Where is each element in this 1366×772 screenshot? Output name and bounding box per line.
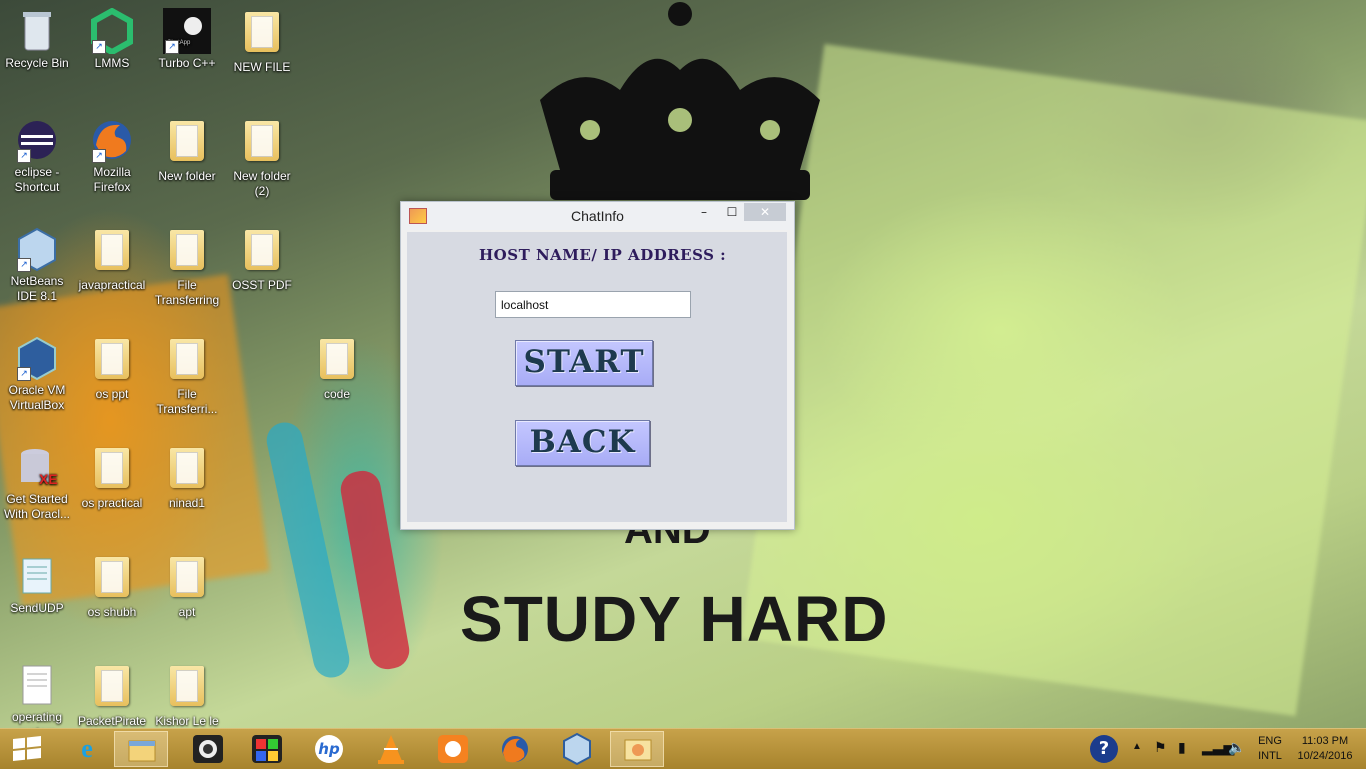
folder-icon xyxy=(90,666,134,712)
svg-text:XE: XE xyxy=(39,471,58,487)
folder-icon xyxy=(240,230,284,276)
internet-explorer-icon: e xyxy=(81,734,93,763)
media-player-icon xyxy=(193,735,223,763)
desktop-icon-eclipse[interactable]: ↗ eclipse - Shortcut xyxy=(0,117,74,195)
taskbar-uc-browser[interactable] xyxy=(424,731,482,767)
desktop-icon-os-practical[interactable]: os practical xyxy=(75,444,149,511)
wallpaper-pen xyxy=(263,419,353,681)
desktop-icon-ninad1[interactable]: ninad1 xyxy=(150,444,224,511)
taskbar-paint[interactable] xyxy=(238,731,296,767)
help-button[interactable]: ? xyxy=(1086,731,1124,767)
taskbar: e hp ? ▲ ⚑ ▮ ▂▃▅ 🔈 ENG INTL 11:03 PM 10/… xyxy=(0,728,1366,769)
volume-icon[interactable]: 🔈 xyxy=(1228,739,1245,756)
host-input[interactable] xyxy=(495,291,691,318)
folder-icon xyxy=(90,557,134,603)
folder-icon xyxy=(165,121,209,167)
poster-study-hard-text: STUDY HARD xyxy=(460,583,889,655)
taskbar-firefox[interactable] xyxy=(486,731,544,767)
desktop-icon-osst-pdf[interactable]: OSST PDF xyxy=(225,226,299,293)
chatinfo-window: ChatInfo – ☐ ✕ HOST NAME/ IP ADDRESS : S… xyxy=(400,201,795,530)
folder-icon xyxy=(90,230,134,276)
desktop-icon-netbeans[interactable]: ↗ NetBeans IDE 8.1 xyxy=(0,226,74,304)
minimize-button[interactable]: – xyxy=(691,203,717,221)
input-language-indicator[interactable]: ENG INTL xyxy=(1250,734,1290,764)
crown-icon xyxy=(540,2,820,200)
action-center-flag-icon[interactable]: ⚑ xyxy=(1154,739,1167,756)
folder-icon xyxy=(165,666,209,712)
recycle-bin-icon xyxy=(15,8,59,54)
netbeans-icon: ↗ xyxy=(15,226,59,272)
desktop-icon-new-folder-2[interactable]: New folder (2) xyxy=(225,117,299,199)
folder-icon xyxy=(165,448,209,494)
keyboard-layout: INTL xyxy=(1258,750,1282,762)
oracle-xe-icon: XE xyxy=(15,444,59,490)
desktop-icon-turbo-cpp[interactable]: ChatApp↗ Turbo C++ xyxy=(150,8,224,71)
desktop-icon-os-shubh[interactable]: os shubh xyxy=(75,553,149,620)
desktop-icon-packetpirate[interactable]: PacketPirate xyxy=(75,662,149,728)
turbo-cpp-icon: ChatApp↗ xyxy=(163,8,211,54)
taskbar-virtualbox[interactable] xyxy=(548,731,606,767)
taskbar-internet-explorer[interactable]: e xyxy=(58,731,116,767)
desktop-icon-recycle-bin[interactable]: Recycle Bin xyxy=(0,8,74,71)
notepad-icon xyxy=(15,553,59,599)
folder-icon xyxy=(165,230,209,276)
desktop-icon-virtualbox[interactable]: ↗ Oracle VM VirtualBox xyxy=(0,335,74,413)
desktop-icon-javapractical[interactable]: javapractical xyxy=(75,226,149,293)
taskbar-hp[interactable]: hp xyxy=(300,731,358,767)
desktop-icon-apt[interactable]: apt xyxy=(150,553,224,620)
back-button[interactable]: BACK xyxy=(515,420,650,466)
close-button[interactable]: ✕ xyxy=(744,203,786,221)
folder-icon xyxy=(165,339,209,385)
hp-icon: hp xyxy=(315,735,343,763)
eclipse-icon: ↗ xyxy=(15,117,59,163)
help-icon: ? xyxy=(1090,735,1118,763)
desktop-icon-operating-system[interactable]: operating system xyxy=(0,662,74,728)
start-icon xyxy=(13,736,41,761)
desktop-icon-code[interactable]: code xyxy=(300,335,374,402)
desktop-icon-file-transferri[interactable]: File Transferri... xyxy=(150,335,224,417)
folder-icon xyxy=(240,12,284,58)
folder-icon xyxy=(240,121,284,167)
taskbar-java-app[interactable] xyxy=(610,731,664,767)
desktop-icon-sendudp[interactable]: SendUDP xyxy=(0,553,74,616)
paint-icon xyxy=(252,735,282,763)
desktop-icon-kishor-le-le[interactable]: Kishor Le le xyxy=(150,662,224,728)
desktop-icon-file-transferring[interactable]: File Transferring xyxy=(150,226,224,308)
taskbar-media-player[interactable] xyxy=(180,731,238,767)
firefox-icon: ↗ xyxy=(90,117,134,163)
file-explorer-icon xyxy=(128,740,156,762)
clock-date: 10/24/2016 xyxy=(1297,750,1353,762)
show-hidden-icons-button[interactable]: ▲ xyxy=(1132,741,1142,752)
virtualbox-icon xyxy=(563,732,591,766)
desktop-icon-os-ppt[interactable]: os ppt xyxy=(75,335,149,402)
virtualbox-icon: ↗ xyxy=(15,335,59,381)
maximize-button[interactable]: ☐ xyxy=(719,203,745,221)
folder-icon xyxy=(165,557,209,603)
desktop-icon-firefox[interactable]: ↗ Mozilla Firefox xyxy=(75,117,149,195)
clock-time: 11:03 PM xyxy=(1301,735,1349,747)
window-titlebar[interactable]: ChatInfo – ☐ ✕ xyxy=(401,202,794,230)
folder-icon xyxy=(315,339,359,385)
lmms-icon: ↗ xyxy=(90,7,134,56)
firefox-icon xyxy=(502,736,528,763)
folder-icon xyxy=(90,339,134,385)
vlc-icon xyxy=(378,735,404,764)
start-button[interactable]: START xyxy=(515,340,653,386)
taskbar-vlc[interactable] xyxy=(362,731,420,767)
language-code: ENG xyxy=(1258,735,1282,747)
desktop-icon-oracle-xe[interactable]: XE Get Started With Oracl... xyxy=(0,444,74,522)
text-file-icon xyxy=(15,662,59,708)
power-icon[interactable]: ▮ xyxy=(1178,739,1186,756)
start-button[interactable] xyxy=(0,731,58,767)
desktop-icon-lmms[interactable]: ↗ LMMS xyxy=(75,7,149,71)
uc-browser-icon xyxy=(438,735,468,763)
taskbar-file-explorer[interactable] xyxy=(114,731,168,767)
window-content: HOST NAME/ IP ADDRESS : START BACK xyxy=(407,232,787,522)
folder-icon xyxy=(90,448,134,494)
java-app-icon xyxy=(624,739,652,761)
desktop-icon-new-folder[interactable]: New folder xyxy=(150,117,224,184)
clock[interactable]: 11:03 PM 10/24/2016 xyxy=(1290,734,1360,764)
desktop-icon-new-file[interactable]: NEW FILE xyxy=(225,8,299,75)
host-name-label: HOST NAME/ IP ADDRESS : xyxy=(479,246,727,264)
